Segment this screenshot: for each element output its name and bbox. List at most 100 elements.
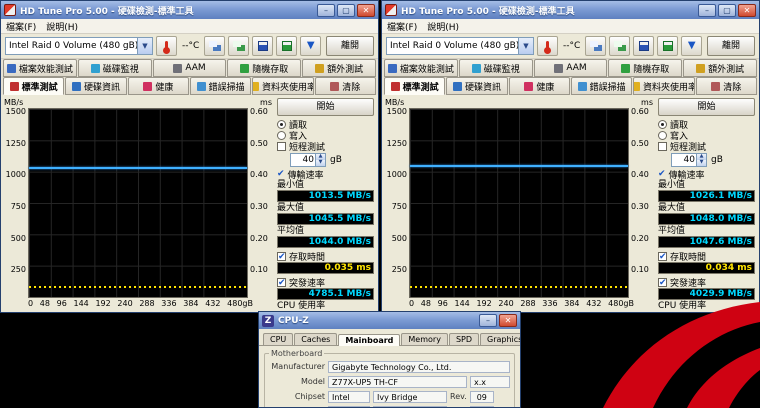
copy-screenshot-button[interactable] (204, 36, 225, 56)
maximize-button[interactable]: ▢ (337, 4, 355, 17)
menu-file[interactable]: 檔案(F) (6, 20, 36, 33)
benchmark-panel: 開始 讀取 寫入 短程測試 40 ▲▼ gB ✔傳輸速率 最小值 1013.5 … (277, 98, 374, 310)
tab-spd[interactable]: SPD (449, 333, 479, 345)
copy-screenshot-button[interactable] (585, 36, 606, 56)
short-test-checkbox[interactable] (277, 142, 286, 151)
maximize-button[interactable]: ▢ (718, 4, 736, 17)
minimize-button[interactable]: – (479, 314, 497, 327)
transfer-check-icon: ✔ (658, 169, 666, 179)
exit-button[interactable]: 離開 (707, 36, 755, 56)
tab-folder-usage[interactable]: 資料夾使用率 (252, 77, 313, 95)
close-button[interactable]: ✕ (738, 4, 756, 17)
extra-tests-icon (315, 64, 324, 73)
drive-select[interactable]: Intel Raid 0 Volume (480 gB) ▼ (386, 37, 534, 55)
minimize-button[interactable]: – (317, 4, 335, 17)
tab-label: 隨機存取 (252, 62, 288, 75)
window-title: HD Tune Pro 5.00 - 硬碟檢測-標準工具 (20, 4, 313, 17)
tab-folder-usage[interactable]: 資料夾使用率 (633, 77, 694, 95)
folder-icon (252, 82, 259, 91)
minimize-button[interactable]: – (698, 4, 716, 17)
floppy-icon (639, 41, 649, 51)
tab-random-access[interactable]: 隨機存取 (227, 59, 301, 77)
tab-caches[interactable]: Caches (294, 333, 337, 345)
tab-error-scan[interactable]: 錯誤掃描 (190, 77, 251, 95)
tab-info[interactable]: 硬碟資訊 (446, 77, 507, 95)
export-button[interactable] (657, 36, 678, 56)
menu-help[interactable]: 說明(H) (46, 20, 78, 33)
tab-memory[interactable]: Memory (401, 333, 448, 345)
spinner[interactable]: ▲▼ (696, 154, 706, 166)
tab-random-access[interactable]: 隨機存取 (608, 59, 682, 77)
temperature-button[interactable] (156, 36, 177, 56)
spin-down-icon[interactable]: ▼ (316, 160, 325, 166)
save-button[interactable] (252, 36, 273, 56)
tab-benchmark[interactable]: 標準測試 (3, 77, 64, 95)
titlebar[interactable]: HD Tune Pro 5.00 - 硬碟檢測-標準工具 – ▢ ✕ (382, 1, 759, 19)
exit-button[interactable]: 離開 (326, 36, 374, 56)
menu-file[interactable]: 檔案(F) (387, 20, 417, 33)
tab-aam[interactable]: AAM (153, 59, 227, 77)
y-axis-right: 0.600.500.400.300.200.10 (629, 108, 654, 298)
copy-text-button[interactable] (228, 36, 249, 56)
tab-health[interactable]: 健康 (128, 77, 189, 95)
y-tick-label: 1250 (387, 140, 407, 148)
burst-rate-checkbox[interactable]: ✔ (658, 278, 667, 287)
start-button[interactable]: 開始 (658, 98, 755, 116)
tab-file-benchmark[interactable]: 檔案效能測試 (384, 59, 458, 77)
eraser-icon (711, 82, 720, 91)
copy-text-button[interactable] (609, 36, 630, 56)
tab-row-2: 標準測試 硬碟資訊 健康 錯誤掃描 資料夾使用率 清除 (1, 77, 378, 95)
tab-graphics[interactable]: Graphics (480, 333, 521, 345)
start-button[interactable]: 開始 (277, 98, 374, 116)
chart-row: 150012501000750500250 0.600.500.400.300.… (3, 108, 273, 298)
spin-down-icon[interactable]: ▼ (697, 160, 706, 166)
menubar: 檔案(F) 說明(H) (382, 19, 759, 34)
tab-disk-monitor[interactable]: 磁碟監視 (78, 59, 152, 77)
export-button[interactable] (276, 36, 297, 56)
menu-help[interactable]: 說明(H) (427, 20, 459, 33)
tab-label: 硬碟資訊 (84, 80, 120, 93)
cpuz-tabs: CPU Caches Mainboard Memory SPD Graphics… (259, 329, 520, 346)
max-label: 最大值 (277, 203, 374, 213)
drive-select-value: Intel Raid 0 Volume (480 gB) (387, 41, 518, 51)
spinner[interactable]: ▲▼ (315, 154, 325, 166)
tab-aam[interactable]: AAM (534, 59, 608, 77)
window-controls: – ▢ ✕ (698, 4, 756, 17)
tab-info[interactable]: 硬碟資訊 (65, 77, 126, 95)
tab-extra-tests[interactable]: 額外測試 (683, 59, 757, 77)
save-button[interactable] (633, 36, 654, 56)
tab-erase[interactable]: 清除 (696, 77, 757, 95)
tab-disk-monitor[interactable]: 磁碟監視 (459, 59, 533, 77)
write-radio[interactable] (658, 131, 667, 140)
short-test-size-input[interactable]: 40 ▲▼ (290, 153, 326, 167)
short-test-size-input[interactable]: 40 ▲▼ (671, 153, 707, 167)
tab-extra-tests[interactable]: 額外測試 (302, 59, 376, 77)
burst-rate-checkbox[interactable]: ✔ (277, 278, 286, 287)
download-button[interactable]: ▼ (300, 36, 321, 56)
drive-select[interactable]: Intel Raid 0 Volume (480 gB) ▼ (5, 37, 153, 55)
tab-benchmark[interactable]: 標準測試 (384, 77, 445, 95)
tab-file-benchmark[interactable]: 檔案效能測試 (3, 59, 77, 77)
write-radio[interactable] (277, 131, 286, 140)
read-radio[interactable] (277, 120, 286, 129)
tab-health[interactable]: 健康 (509, 77, 570, 95)
read-radio[interactable] (658, 120, 667, 129)
titlebar[interactable]: Z CPU-Z – ✕ (259, 312, 520, 329)
tab-error-scan[interactable]: 錯誤掃描 (571, 77, 632, 95)
titlebar[interactable]: HD Tune Pro 5.00 - 硬碟檢測-標準工具 – ▢ ✕ (1, 1, 378, 19)
close-button[interactable]: ✕ (499, 314, 517, 327)
screens-icon (590, 41, 602, 51)
temperature-button[interactable] (537, 36, 558, 56)
dropdown-arrow-icon: ▼ (137, 38, 152, 54)
access-time-checkbox[interactable]: ✔ (658, 252, 667, 261)
download-button[interactable]: ▼ (681, 36, 702, 56)
y-axis-left: 150012501000750500250 (3, 108, 28, 298)
tab-erase[interactable]: 清除 (315, 77, 376, 95)
tab-cpu[interactable]: CPU (263, 333, 293, 345)
short-test-checkbox[interactable] (658, 142, 667, 151)
gb-label: gB (711, 155, 723, 165)
transfer-rate-label: 傳輸速率 (669, 168, 705, 181)
access-time-checkbox[interactable]: ✔ (277, 252, 286, 261)
close-button[interactable]: ✕ (357, 4, 375, 17)
tab-mainboard[interactable]: Mainboard (338, 334, 400, 346)
